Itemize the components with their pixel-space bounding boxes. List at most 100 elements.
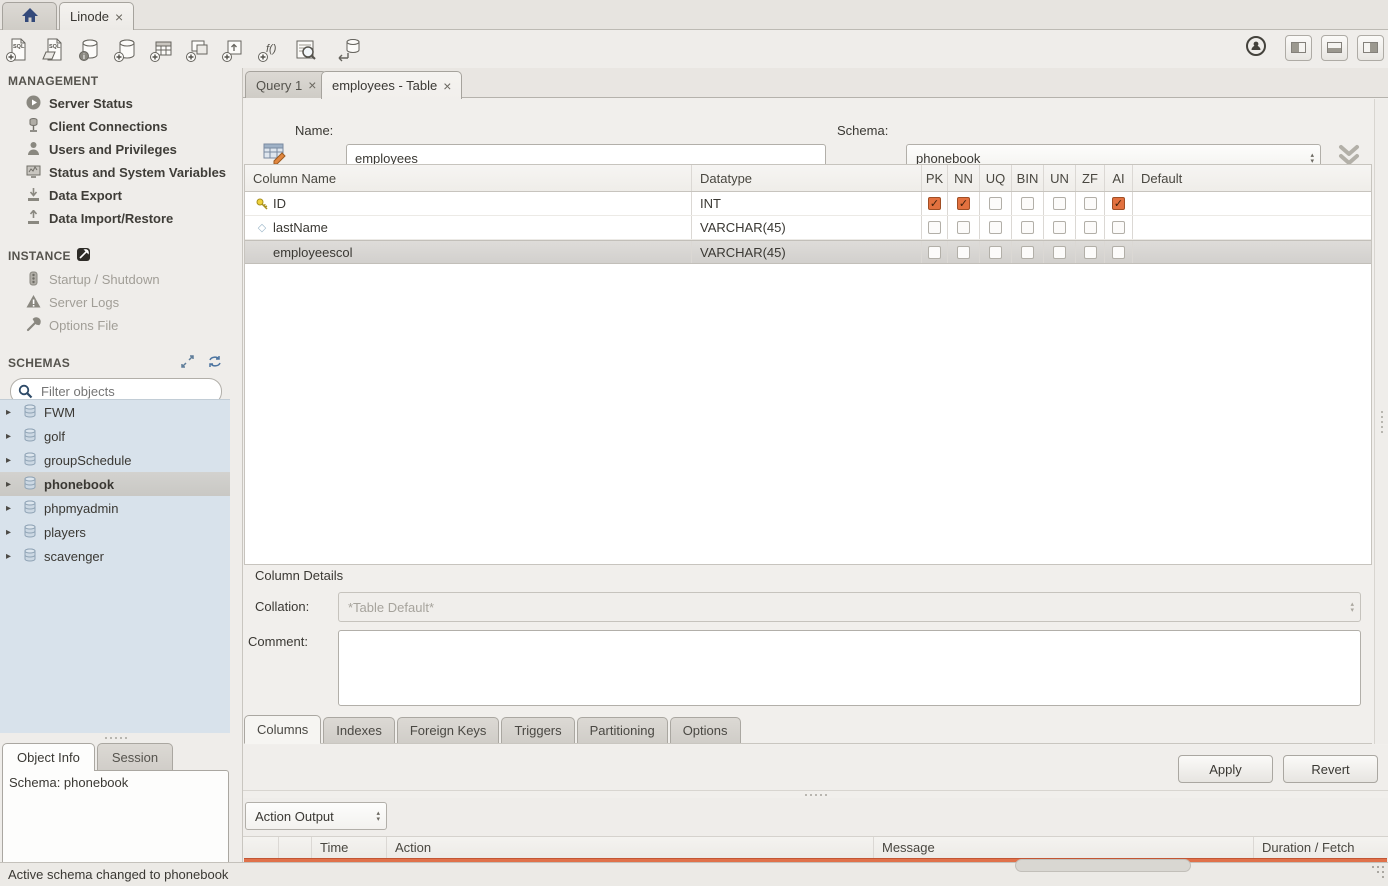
nn-checkbox[interactable]: ✓ [957,197,970,210]
output-splitter[interactable] [243,790,1388,798]
uq-checkbox[interactable] [989,246,1002,259]
tab-columns[interactable]: Columns [244,715,321,744]
right-panel-splitter[interactable] [1374,99,1388,744]
sidebar-item-startup-shutdown[interactable]: Startup / Shutdown [0,268,232,291]
zf-checkbox[interactable] [1084,197,1097,210]
col-header-bin[interactable]: BIN [1012,165,1044,191]
collation-select[interactable]: *Table Default* ▴▾ [338,592,1361,622]
output-col-duration[interactable]: Duration / Fetch [1254,837,1388,858]
tab-object-info[interactable]: Object Info [2,743,95,771]
create-schema-icon[interactable] [108,35,144,65]
tab-session[interactable]: Session [97,743,173,771]
tab-indexes[interactable]: Indexes [323,717,395,743]
pk-checkbox[interactable]: ✓ [928,197,941,210]
toggle-bottom-panel-icon[interactable] [1321,35,1348,61]
pk-checkbox[interactable] [928,221,941,234]
sidebar-item-client-connections[interactable]: Client Connections [0,115,232,138]
reconnect-database-icon[interactable] [330,35,366,65]
tab-triggers[interactable]: Triggers [501,717,574,743]
ai-checkbox[interactable] [1112,246,1125,259]
expander-icon[interactable]: ▸ [6,503,16,514]
create-table-icon[interactable] [144,35,180,65]
zf-checkbox[interactable] [1084,221,1097,234]
un-checkbox[interactable] [1053,246,1066,259]
col-header-name[interactable]: Column Name [245,165,692,191]
bin-checkbox[interactable] [1021,221,1034,234]
horizontal-scrollbar-thumb[interactable] [1015,859,1191,872]
schema-row-golf[interactable]: ▸ golf [0,424,230,448]
toggle-left-panel-icon[interactable] [1285,35,1312,61]
default-cell[interactable] [1133,216,1371,239]
default-cell[interactable] [1133,192,1371,215]
expander-icon[interactable]: ▸ [6,479,16,490]
create-function-icon[interactable]: f() [252,35,288,65]
create-view-icon[interactable] [180,35,216,65]
tab-employees-table[interactable]: employees - Table × [321,71,462,99]
column-row-id[interactable]: ID INT ✓ ✓ ✓ [245,192,1371,216]
spinner-icon[interactable]: ▴▾ [376,810,380,822]
bin-checkbox[interactable] [1021,197,1034,210]
column-row-lastname[interactable]: ◇lastName VARCHAR(45) [245,216,1371,240]
zf-checkbox[interactable] [1084,246,1097,259]
search-table-data-icon[interactable] [288,35,324,65]
column-row-employeescol[interactable]: employeescol VARCHAR(45) [245,240,1371,264]
schema-row-scavenger[interactable]: ▸ scavenger [0,544,230,568]
expander-icon[interactable]: ▸ [6,527,16,538]
sidebar-splitter[interactable] [0,733,232,743]
pk-checkbox[interactable] [928,246,941,259]
schema-row-phonebook[interactable]: ▸ phonebook [0,472,230,496]
ai-checkbox[interactable] [1112,221,1125,234]
bin-checkbox[interactable] [1021,246,1034,259]
col-header-datatype[interactable]: Datatype [692,165,922,191]
sidebar-item-data-import[interactable]: Data Import/Restore [0,207,232,230]
default-cell[interactable] [1133,241,1371,263]
close-icon[interactable]: × [308,78,316,92]
sidebar-item-system-variables[interactable]: Status and System Variables [0,161,232,184]
schema-row-groupschedule[interactable]: ▸ groupSchedule [0,448,230,472]
inspect-database-icon[interactable]: i [72,35,108,65]
output-col-action[interactable]: Action [387,837,874,858]
connection-tab-linode[interactable]: Linode × [59,2,134,30]
col-header-zf[interactable]: ZF [1076,165,1105,191]
nn-checkbox[interactable] [957,246,970,259]
col-header-default[interactable]: Default [1133,165,1371,191]
uq-checkbox[interactable] [989,197,1002,210]
close-icon[interactable]: × [115,10,123,24]
tab-partitioning[interactable]: Partitioning [577,717,668,743]
expander-icon[interactable]: ▸ [6,455,16,466]
expander-icon[interactable]: ▸ [6,407,16,418]
sidebar-item-server-status[interactable]: Server Status [0,92,232,115]
un-checkbox[interactable] [1053,197,1066,210]
schemas-expand-icon[interactable] [181,355,194,371]
schemas-refresh-icon[interactable] [208,355,222,371]
tab-options[interactable]: Options [670,717,741,743]
tab-foreign-keys[interactable]: Foreign Keys [397,717,500,743]
status-indicator-icon[interactable] [1244,34,1268,61]
ai-checkbox[interactable]: ✓ [1112,197,1125,210]
resize-grip-icon[interactable] [1372,866,1374,868]
col-header-un[interactable]: UN [1044,165,1076,191]
schema-row-phpmyadmin[interactable]: ▸ phpmyadmin [0,496,230,520]
comment-textarea[interactable] [338,630,1361,706]
nn-checkbox[interactable] [957,221,970,234]
col-header-uq[interactable]: UQ [980,165,1012,191]
sidebar-item-options-file[interactable]: Options File [0,314,232,337]
col-header-nn[interactable]: NN [948,165,980,191]
col-header-ai[interactable]: AI [1105,165,1133,191]
sidebar-item-server-logs[interactable]: Server Logs [0,291,232,314]
schema-row-fwm[interactable]: ▸ FWM [0,400,230,424]
expander-icon[interactable]: ▸ [6,551,16,562]
col-header-pk[interactable]: PK [922,165,948,191]
revert-button[interactable]: Revert [1283,755,1378,783]
spinner-icon[interactable]: ▴▾ [1310,152,1314,164]
new-sql-tab-icon[interactable]: SQL [0,35,36,65]
home-tab[interactable] [2,2,57,30]
toggle-right-panel-icon[interactable] [1357,35,1384,61]
apply-button[interactable]: Apply [1178,755,1273,783]
schema-row-players[interactable]: ▸ players [0,520,230,544]
expander-icon[interactable]: ▸ [6,431,16,442]
uq-checkbox[interactable] [989,221,1002,234]
close-icon[interactable]: × [443,79,451,93]
create-procedure-icon[interactable] [216,35,252,65]
sidebar-item-data-export[interactable]: Data Export [0,184,232,207]
